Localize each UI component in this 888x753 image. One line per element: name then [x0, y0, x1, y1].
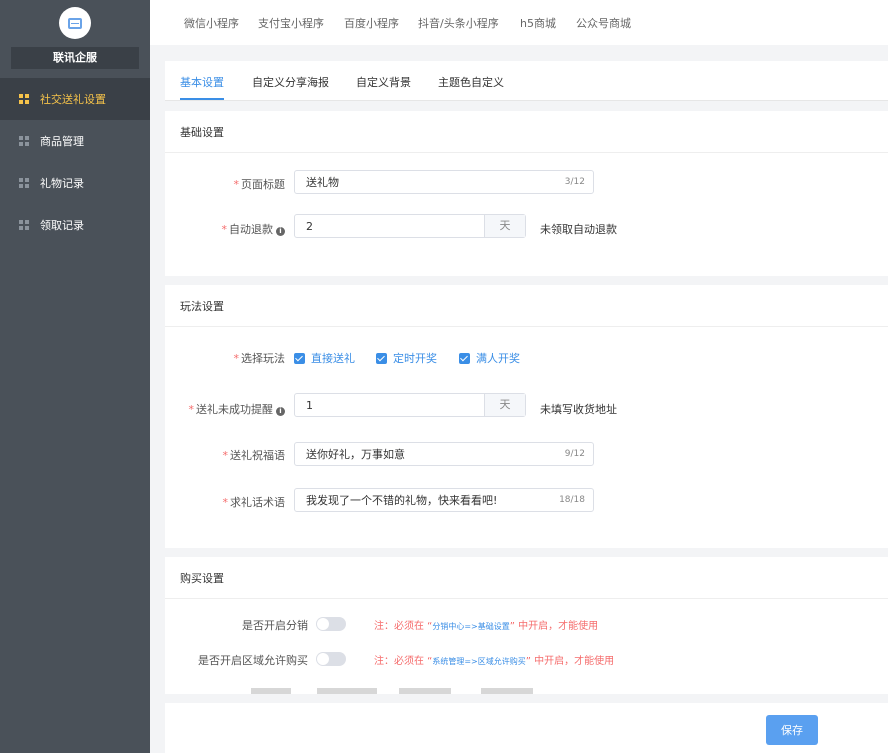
- mode-timed-checkbox[interactable]: 定时开奖: [376, 350, 437, 366]
- tab-douyin[interactable]: 抖音/头条小程序: [418, 15, 499, 31]
- brand-name: 联讯企服: [11, 47, 139, 69]
- region-switch[interactable]: [316, 652, 346, 666]
- sidebar-item-label: 商品管理: [40, 135, 84, 148]
- remind-hint: 未填写收货地址: [540, 403, 617, 416]
- auto-refund-label: * 自动退款 i: [222, 221, 285, 237]
- tab-alipay[interactable]: 支付宝小程序: [258, 15, 324, 31]
- divider: [165, 326, 888, 327]
- buy-settings-card: 购买设置 是否开启分销 注：必须在 “分销中心=>基础设置” 中开启，才能使用 …: [165, 557, 888, 693]
- char-count: 18/18: [559, 495, 585, 505]
- checked-icon: [459, 352, 470, 364]
- platform-tabs: 微信小程序 支付宝小程序 百度小程序 抖音/头条小程序 h5商城 公众号商城: [150, 0, 888, 45]
- checked-icon: [294, 352, 305, 364]
- app-logo: [59, 7, 91, 39]
- active-tab-indicator: [180, 98, 224, 100]
- blessing-input[interactable]: 送你好礼，万事如意 9/12: [294, 442, 594, 466]
- page-title-label: * 页面标题: [233, 178, 286, 191]
- sidebar-item-gift-settings[interactable]: 社交送礼设置: [0, 78, 150, 120]
- sidebar-item-label: 领取记录: [40, 219, 84, 232]
- sidebar-item-products[interactable]: 商品管理: [0, 120, 150, 162]
- checked-icon: [376, 352, 387, 364]
- play-settings-card: 玩法设置 * 选择玩法 直接送礼 定时开奖 满人开奖 * 送礼未成功提醒 i 1 天 …: [165, 285, 888, 548]
- char-count: 9/12: [564, 449, 585, 459]
- sidebar: 联讯企服 社交送礼设置 商品管理 礼物记录 领取记录: [0, 0, 150, 753]
- tab-baidu[interactable]: 百度小程序: [344, 15, 399, 31]
- grid-icon: [19, 220, 29, 230]
- grid-icon: [19, 94, 29, 104]
- sidebar-item-claim-records[interactable]: 领取记录: [0, 204, 150, 246]
- distribution-link[interactable]: 分销中心=>基础设置: [432, 622, 509, 631]
- unit-suffix: 天: [484, 215, 525, 237]
- info-icon[interactable]: i: [276, 407, 285, 416]
- char-count: 3/12: [564, 177, 585, 187]
- mode-full-checkbox[interactable]: 满人开奖: [459, 350, 520, 366]
- save-button[interactable]: 保存: [766, 715, 818, 745]
- settings-tabs: 基本设置 自定义分享海报 自定义背景 主题色自定义: [165, 61, 888, 101]
- tab-custom-background[interactable]: 自定义背景: [356, 74, 411, 90]
- tab-h5[interactable]: h5商城: [520, 15, 556, 31]
- distribution-label: 是否开启分销: [242, 619, 308, 632]
- page-title-input[interactable]: 送礼物 3/12: [294, 170, 594, 194]
- divider: [165, 598, 888, 599]
- remind-label: * 送礼未成功提醒 i: [189, 401, 285, 417]
- mode-direct-checkbox[interactable]: 直接送礼: [294, 350, 355, 366]
- region-label: 是否开启区域允许购买: [198, 654, 308, 667]
- info-icon[interactable]: i: [276, 227, 285, 236]
- region-link[interactable]: 系统管理=>区域允许购买: [432, 657, 525, 666]
- distribution-note: 注：必须在 “分销中心=>基础设置” 中开启，才能使用: [374, 621, 599, 632]
- basic-settings-card: 基础设置 * 页面标题 送礼物 3/12 * 自动退款 i 2 天 未领取自动退款: [165, 111, 888, 276]
- tab-basic-settings[interactable]: 基本设置: [180, 74, 224, 90]
- blessing-label: * 送礼祝福语: [222, 449, 286, 462]
- hidden-row: [165, 684, 888, 694]
- ask-phrase-label: * 求礼话术语: [222, 496, 286, 509]
- section-title: 购买设置: [180, 572, 224, 585]
- distribution-switch[interactable]: [316, 617, 346, 631]
- tab-theme-color[interactable]: 主题色自定义: [438, 74, 504, 90]
- section-title: 玩法设置: [180, 300, 224, 313]
- grid-icon: [19, 178, 29, 188]
- sidebar-item-label: 礼物记录: [40, 177, 84, 190]
- ask-phrase-input[interactable]: 我发现了一个不错的礼物，快来看看吧! 18/18: [294, 488, 594, 512]
- unit-suffix: 天: [484, 394, 525, 416]
- section-title: 基础设置: [180, 126, 224, 139]
- remind-input[interactable]: 1 天: [294, 393, 526, 417]
- auto-refund-input[interactable]: 2 天: [294, 214, 526, 238]
- divider: [165, 152, 888, 153]
- play-mode-label: * 选择玩法: [233, 352, 286, 365]
- tab-official-account[interactable]: 公众号商城: [576, 15, 631, 31]
- grid-icon: [19, 136, 29, 146]
- tab-share-poster[interactable]: 自定义分享海报: [252, 74, 329, 90]
- sidebar-item-label: 社交送礼设置: [40, 93, 106, 106]
- tab-wechat[interactable]: 微信小程序: [184, 15, 239, 31]
- auto-refund-hint: 未领取自动退款: [540, 223, 617, 236]
- footer-bar: 保存: [165, 703, 888, 753]
- logo-icon: [68, 17, 82, 29]
- sidebar-item-gift-records[interactable]: 礼物记录: [0, 162, 150, 204]
- region-note: 注：必须在 “系统管理=>区域允许购买” 中开启，才能使用: [374, 656, 615, 667]
